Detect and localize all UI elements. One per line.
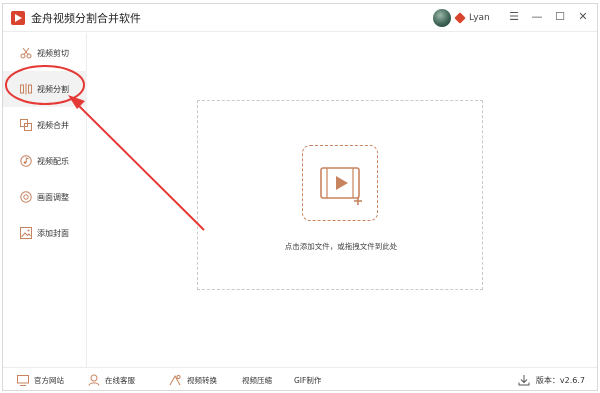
video-compress-label: 视频压缩 <box>242 375 272 385</box>
app-title: 金舟视频分割合并软件 <box>31 11 141 25</box>
user-account[interactable]: Lyan <box>433 9 490 27</box>
official-website-label: 官方网站 <box>34 375 64 385</box>
download-icon <box>518 375 530 386</box>
window-controls: ☰ — ☐ ✕ <box>508 10 589 24</box>
sidebar-item-video-merge[interactable]: 视频合并 <box>3 107 87 143</box>
sidebar-item-label: 视频配乐 <box>37 156 69 166</box>
adjust-icon <box>20 191 32 203</box>
minimize-button[interactable]: — <box>531 10 543 24</box>
gif-maker-label: GIF制作 <box>294 375 322 385</box>
title-bar: 金舟视频分割合并软件 Lyan ☰ — ☐ ✕ <box>3 4 597 32</box>
online-support-link[interactable]: 在线客服 <box>88 372 135 388</box>
app-logo-icon <box>11 10 25 25</box>
add-video-icon <box>320 167 362 205</box>
maximize-button[interactable]: ☐ <box>554 10 566 24</box>
sidebar-item-label: 画面调整 <box>37 192 69 202</box>
version-number: v2.6.7 <box>559 375 585 385</box>
menu-icon[interactable]: ☰ <box>508 10 520 24</box>
sidebar-item-video-music[interactable]: 视频配乐 <box>3 143 87 179</box>
version-label: 版本： <box>535 375 560 385</box>
vip-badge-icon <box>454 12 466 24</box>
drop-hint-text: 点击添加文件，或拖拽文件到此处 <box>284 242 398 251</box>
monitor-icon <box>17 374 29 386</box>
video-convert-label: 视频转换 <box>187 375 217 385</box>
official-website-link[interactable]: 官方网站 <box>17 372 64 388</box>
avatar[interactable] <box>433 9 451 27</box>
file-drop-zone[interactable]: 点击添加文件，或拖拽文件到此处 <box>197 100 483 290</box>
username[interactable]: Lyan <box>469 13 490 23</box>
merge-icon <box>20 119 32 131</box>
video-convert-link[interactable]: 视频转换 <box>168 372 217 388</box>
video-compress-link[interactable]: 视频压缩 <box>242 372 272 388</box>
version-info[interactable]: 版本： v2.6.7 <box>518 372 585 388</box>
online-support-label: 在线客服 <box>105 375 135 385</box>
headset-icon <box>88 374 100 386</box>
sidebar-item-video-cut[interactable]: 视频剪切 <box>3 35 87 71</box>
scissors-icon <box>20 47 32 59</box>
footer-bar: 官方网站 在线客服 视频转换 视频压缩 GIF制作 版本： v2.6.7 <box>3 367 597 391</box>
music-icon <box>20 155 32 167</box>
sidebar-item-label: 视频分割 <box>37 84 69 94</box>
sidebar-item-label: 视频合并 <box>37 120 69 130</box>
sidebar: 视频剪切 视频分割 视频合并 视频配乐 画面调整 添加封面 <box>3 33 87 367</box>
convert-icon <box>169 374 181 385</box>
split-icon <box>20 83 32 95</box>
close-button[interactable]: ✕ <box>577 10 589 24</box>
gif-maker-link[interactable]: GIF制作 <box>294 372 321 388</box>
sidebar-item-add-cover[interactable]: 添加封面 <box>3 215 87 251</box>
cover-icon <box>20 227 32 239</box>
sidebar-item-video-split[interactable]: 视频分割 <box>3 71 87 107</box>
add-file-button[interactable] <box>302 145 378 221</box>
sidebar-item-label: 添加封面 <box>37 228 69 238</box>
sidebar-item-picture-adjust[interactable]: 画面调整 <box>3 179 87 215</box>
sidebar-item-label: 视频剪切 <box>37 48 69 58</box>
